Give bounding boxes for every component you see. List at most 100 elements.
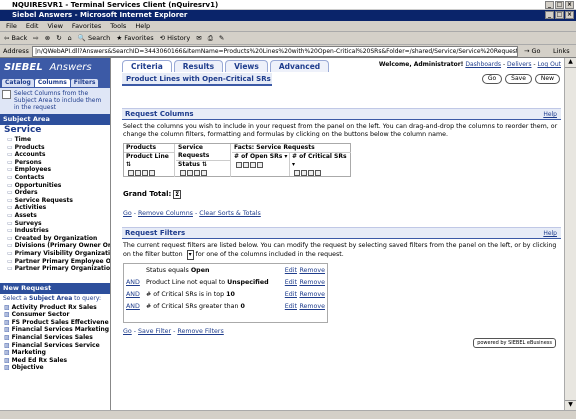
new-request-item[interactable]: Activity Product Rx Sales: [0, 304, 110, 312]
sigma-icon[interactable]: Σ: [173, 190, 182, 199]
format-icon[interactable]: [301, 170, 307, 176]
filter-icon[interactable]: [250, 162, 256, 168]
forward-icon[interactable]: ⇨: [33, 32, 38, 44]
sort-icon[interactable]: [236, 162, 242, 168]
link-logout[interactable]: Log Out: [537, 61, 561, 68]
print-icon[interactable]: ⎙: [208, 32, 213, 44]
remove-filters-link[interactable]: Remove Filters: [177, 328, 223, 335]
tab-advanced[interactable]: Advanced: [269, 60, 330, 72]
minimize-icon[interactable]: _: [545, 1, 554, 9]
maximize-icon[interactable]: □: [555, 11, 564, 19]
filter-remove-link[interactable]: Remove: [299, 302, 325, 312]
filter-remove-link[interactable]: Remove: [299, 266, 325, 276]
tab-filters[interactable]: Filters: [70, 79, 99, 87]
scroll-down-icon[interactable]: ▼: [565, 400, 576, 410]
delete-icon[interactable]: [201, 170, 207, 176]
stop-icon[interactable]: ⊗: [45, 32, 50, 44]
tree-item[interactable]: Employees: [0, 166, 110, 174]
save-button[interactable]: Save: [505, 74, 532, 84]
format-icon[interactable]: [135, 170, 141, 176]
filter-icon[interactable]: [308, 170, 314, 176]
mail-icon[interactable]: ✉: [196, 32, 201, 44]
save-filter-link[interactable]: Save Filter: [138, 328, 171, 335]
tree-item[interactable]: Primary Visibility Organizatio: [0, 250, 110, 258]
filter-and[interactable]: AND: [126, 302, 140, 312]
format-icon[interactable]: [243, 162, 249, 168]
history-button[interactable]: ⟲ History: [160, 32, 191, 44]
new-button[interactable]: New: [534, 74, 560, 84]
tree-item[interactable]: Service Requests: [0, 197, 110, 205]
filter-remove-link[interactable]: Remove: [299, 278, 325, 288]
new-request-item[interactable]: Marketing: [0, 349, 110, 357]
link-dashboards[interactable]: Dashboards: [465, 61, 501, 68]
sort-icon[interactable]: [180, 170, 186, 176]
search-button[interactable]: 🔍 Search: [78, 32, 111, 44]
tab-views[interactable]: Views: [225, 60, 268, 72]
tree-item[interactable]: Products: [0, 144, 110, 152]
home-icon[interactable]: ⌂: [68, 32, 72, 44]
tree-item[interactable]: Opportunities: [0, 182, 110, 190]
filters-help-link[interactable]: Help: [543, 228, 557, 239]
refresh-icon[interactable]: ↻: [56, 32, 61, 44]
column-header-critical-srs[interactable]: # of Critical SRs ▾: [290, 153, 350, 169]
new-request-item[interactable]: Financial Services Marketing: [0, 326, 110, 334]
menu-favorites[interactable]: Favorites: [72, 21, 101, 31]
new-request-item[interactable]: Consumer Sector: [0, 311, 110, 319]
filter-and[interactable]: AND: [126, 278, 140, 288]
filter-edit-link[interactable]: Edit: [285, 290, 297, 300]
favorites-button[interactable]: ★ Favorites: [116, 32, 153, 44]
links-label[interactable]: Links: [553, 45, 570, 58]
menu-edit[interactable]: Edit: [26, 21, 39, 31]
filter-edit-link[interactable]: Edit: [285, 266, 297, 276]
minimize-icon[interactable]: _: [545, 11, 554, 19]
edit-icon[interactable]: ✎: [219, 32, 224, 44]
tree-item[interactable]: Surveys: [0, 220, 110, 228]
format-icon[interactable]: [187, 170, 193, 176]
tree-item[interactable]: Assets: [0, 212, 110, 220]
filter-edit-link[interactable]: Edit: [285, 302, 297, 312]
new-request-item[interactable]: Financial Services Service: [0, 342, 110, 350]
go-button[interactable]: → Go: [524, 45, 541, 58]
tab-columns[interactable]: Columns: [34, 79, 70, 87]
tab-catalog[interactable]: Catalog: [2, 79, 34, 87]
clear-sorts-link[interactable]: Clear Sorts & Totals: [199, 210, 261, 217]
delete-icon[interactable]: [149, 170, 155, 176]
filter-icon[interactable]: [194, 170, 200, 176]
remove-columns-link[interactable]: Remove Columns: [138, 210, 193, 217]
new-request-item[interactable]: Med Ed Rx Sales: [0, 357, 110, 365]
tree-item[interactable]: Orders: [0, 189, 110, 197]
address-input[interactable]: |n/QWebAPI.dll?Answers&SearchID=34430601…: [32, 46, 518, 57]
back-button[interactable]: ⇦ Back: [4, 32, 27, 44]
tree-item[interactable]: Divisions (Primary Owner Or: [0, 242, 110, 250]
tree-item[interactable]: Partner Primary Organizatior: [0, 265, 110, 273]
menu-view[interactable]: View: [47, 21, 62, 31]
tab-criteria[interactable]: Criteria: [122, 60, 172, 72]
sort-icon[interactable]: [294, 170, 300, 176]
column-header-product-line[interactable]: Product Line ⇅: [124, 153, 174, 169]
new-request-item[interactable]: FS Product Sales Effectivene: [0, 319, 110, 327]
close-icon[interactable]: ×: [565, 11, 574, 19]
column-header-status[interactable]: Status ⇅: [176, 161, 230, 169]
tree-item[interactable]: Contacts: [0, 174, 110, 182]
column-header-open-srs[interactable]: # of Open SRs ▾: [232, 153, 289, 161]
maximize-icon[interactable]: □: [555, 1, 564, 9]
sort-icon[interactable]: [128, 170, 134, 176]
scroll-up-icon[interactable]: ▲: [565, 58, 576, 68]
menu-file[interactable]: File: [6, 21, 17, 31]
tree-item[interactable]: Created by Organization: [0, 235, 110, 243]
filters-go-link[interactable]: Go: [123, 328, 132, 335]
menu-help[interactable]: Help: [135, 21, 150, 31]
vertical-scrollbar[interactable]: ▲ ▼: [564, 58, 576, 410]
link-delivers[interactable]: Delivers: [507, 61, 531, 68]
tree-item[interactable]: Persons: [0, 159, 110, 167]
tree-item[interactable]: Accounts: [0, 151, 110, 159]
delete-icon[interactable]: [257, 162, 263, 168]
columns-help-link[interactable]: Help: [543, 109, 557, 120]
tab-results[interactable]: Results: [173, 60, 224, 72]
filter-edit-link[interactable]: Edit: [285, 278, 297, 288]
delete-icon[interactable]: [315, 170, 321, 176]
menu-tools[interactable]: Tools: [110, 21, 126, 31]
tree-item[interactable]: Partner Primary Employee O: [0, 258, 110, 266]
filter-and[interactable]: AND: [126, 290, 140, 300]
tree-item[interactable]: Industries: [0, 227, 110, 235]
